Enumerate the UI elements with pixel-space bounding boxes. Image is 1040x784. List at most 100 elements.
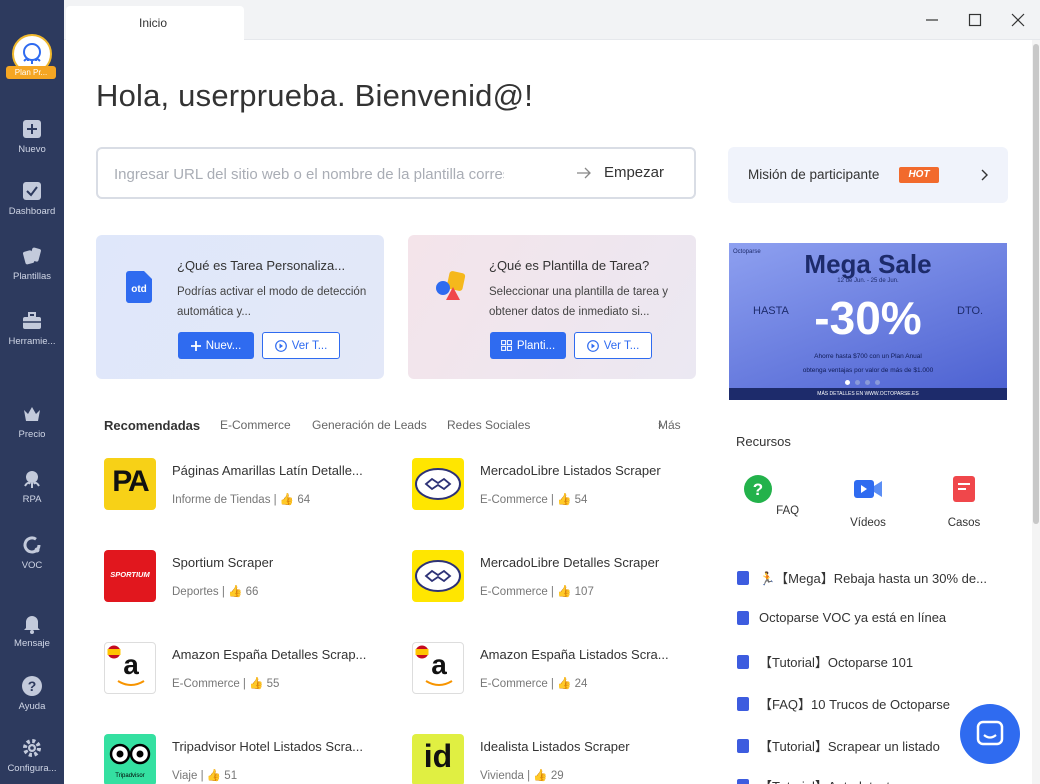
sidebar-item-dashboard[interactable]: Dashboard bbox=[0, 180, 64, 217]
play-circle-icon bbox=[586, 339, 599, 352]
template-likes: 54 bbox=[574, 494, 588, 506]
resource-casos[interactable]: Casos bbox=[934, 474, 994, 529]
template-name: Amazon España Detalles Scrap... bbox=[172, 647, 367, 662]
view-tutorial-button[interactable]: Ver T... bbox=[262, 332, 340, 359]
template-name: MercadoLibre Detalles Scraper bbox=[480, 555, 660, 570]
sidebar-item-nuevo[interactable]: Nuevo bbox=[0, 118, 64, 155]
mission-banner[interactable]: Misión de participante HOT bbox=[728, 147, 1008, 203]
template-item[interactable]: MercadoLibre Detalles Scraper E-Commerce… bbox=[412, 550, 702, 620]
news-item[interactable]: 【Tutorial】Octoparse 101 bbox=[737, 652, 913, 671]
sidebar-item-precio[interactable]: Precio bbox=[0, 403, 64, 440]
template-item[interactable]: PA Páginas Amarillas Latín Detalle... In… bbox=[104, 458, 394, 528]
plus-square-icon bbox=[23, 120, 41, 138]
template-likes: 51 bbox=[224, 770, 238, 782]
title-bar: Inicio bbox=[64, 0, 1040, 40]
url-search-input[interactable] bbox=[114, 163, 504, 185]
category-tabs: Recomendadas E-Commerce Generación de Le… bbox=[104, 418, 690, 438]
thumbs-up-icon: 👍 bbox=[206, 770, 222, 782]
carousel-dot[interactable] bbox=[875, 380, 880, 385]
idealista-logo: id bbox=[412, 734, 464, 784]
smile-arrow-icon bbox=[425, 680, 453, 686]
mission-label: Misión de participante bbox=[748, 167, 880, 182]
new-task-button[interactable]: Nuev... bbox=[178, 332, 254, 359]
sidebar-item-voc[interactable]: VOC bbox=[0, 534, 64, 571]
chat-support-button[interactable] bbox=[960, 704, 1020, 764]
templates-button[interactable]: Planti... bbox=[490, 332, 566, 359]
close-icon bbox=[1011, 13, 1025, 27]
banner-dates: 12 de Jun. - 25 de Jun. bbox=[837, 278, 899, 284]
mega-sale-banner[interactable]: Octoparse Mega Sale 12 de Jun. - 25 de J… bbox=[729, 243, 1007, 400]
octopus-logo-icon bbox=[23, 43, 41, 64]
resource-faq[interactable]: ? FAQ bbox=[741, 474, 801, 517]
scrollbar-thumb[interactable] bbox=[1033, 44, 1039, 524]
template-name: Páginas Amarillas Latín Detalle... bbox=[172, 463, 363, 478]
tab-generacion-leads[interactable]: Generación de Leads bbox=[312, 418, 427, 432]
news-item[interactable]: 【Tutorial】Scrapear un listado bbox=[737, 736, 940, 755]
sidebar-item-herramientas[interactable]: Herramie... bbox=[0, 310, 64, 347]
thumbs-up-icon: 👍 bbox=[533, 770, 548, 782]
tab-ecommerce[interactable]: E-Commerce bbox=[220, 418, 291, 432]
chevron-right-icon bbox=[981, 169, 988, 181]
view-tutorial-label: Ver T... bbox=[291, 339, 328, 352]
tab-inicio[interactable]: Inicio bbox=[66, 6, 244, 40]
news-item[interactable]: 🏃【Mega】Rebaja hasta un 30% de... bbox=[737, 568, 987, 587]
carousel-dot[interactable] bbox=[855, 380, 860, 385]
tab-recomendadas[interactable]: Recomendadas bbox=[104, 418, 200, 433]
template-likes: 107 bbox=[574, 586, 594, 598]
logo-text: PA bbox=[112, 465, 149, 498]
custom-task-card: otd ¿Qué es Tarea Personaliza... Podrías… bbox=[96, 235, 384, 379]
sidebar-item-plantillas[interactable]: Plantillas bbox=[0, 245, 64, 282]
start-button[interactable]: Empezar bbox=[576, 164, 664, 181]
close-button[interactable] bbox=[1008, 10, 1028, 30]
card-title: ¿Qué es Tarea Personaliza... bbox=[177, 258, 346, 273]
carousel-dot[interactable] bbox=[865, 380, 870, 385]
minimize-button[interactable] bbox=[922, 10, 942, 30]
template-likes: 66 bbox=[245, 586, 259, 598]
sidebar-item-label: Ayuda bbox=[18, 701, 46, 712]
logo-text: id bbox=[423, 738, 453, 774]
template-item[interactable]: a Amazon España Detalles Scrap... E-Comm… bbox=[104, 642, 394, 712]
plan-badge[interactable]: Plan Pr... bbox=[6, 66, 56, 79]
template-category: Vivienda bbox=[480, 770, 524, 782]
voc-icon bbox=[23, 536, 41, 554]
more-link[interactable]: Más › bbox=[658, 418, 681, 432]
maximize-button[interactable] bbox=[965, 10, 985, 30]
document-icon bbox=[737, 778, 749, 784]
sidebar-item-rpa[interactable]: RPA bbox=[0, 468, 64, 505]
sidebar-item-label: Nuevo bbox=[18, 144, 46, 155]
document-icon bbox=[737, 738, 749, 753]
resource-label: FAQ bbox=[776, 505, 800, 517]
news-title: 【Tutorial】Octoparse 101 bbox=[759, 655, 914, 670]
resources-title: Recursos bbox=[736, 434, 791, 449]
tab-redes-sociales[interactable]: Redes Sociales bbox=[447, 418, 530, 432]
template-category: E-Commerce bbox=[480, 494, 548, 506]
sidebar-item-configuracion[interactable]: Configura... bbox=[0, 737, 64, 774]
template-item[interactable]: MercadoLibre Listados Scraper E-Commerce… bbox=[412, 458, 702, 528]
vertical-scrollbar[interactable] bbox=[1032, 40, 1040, 784]
template-meta: E-Commerce | 👍 54 bbox=[480, 494, 588, 506]
sidebar-item-mensaje[interactable]: Mensaje bbox=[0, 612, 64, 649]
resource-videos[interactable]: Vídeos bbox=[838, 474, 898, 529]
url-search-box: Empezar bbox=[96, 147, 696, 199]
template-item[interactable]: SPORTIUM Sportium Scraper Deportes | 👍 6… bbox=[104, 550, 394, 620]
gear-icon bbox=[23, 739, 41, 757]
news-item[interactable]: 【Tutorial】Autodetectar... bbox=[737, 776, 912, 784]
template-item[interactable]: id Idealista Listados Scraper Vivienda |… bbox=[412, 734, 702, 784]
template-likes: 24 bbox=[574, 678, 588, 690]
thumbs-up-icon: 👍 bbox=[249, 678, 264, 690]
template-item[interactable]: Tripadvisor Tripadvisor Hotel Listados S… bbox=[104, 734, 394, 784]
view-tutorial-button[interactable]: Ver T... bbox=[574, 332, 652, 359]
news-item[interactable]: Octoparse VOC ya está en línea bbox=[737, 610, 946, 625]
template-name: Tripadvisor Hotel Listados Scra... bbox=[172, 739, 363, 754]
news-item[interactable]: 【FAQ】10 Trucos de Octoparse bbox=[737, 694, 950, 713]
banner-discount: -30% bbox=[814, 292, 922, 344]
template-meta: E-Commerce | 👍 24 bbox=[480, 678, 588, 690]
carousel-dot-active[interactable] bbox=[845, 380, 850, 385]
sidebar-item-ayuda[interactable]: ? Ayuda bbox=[0, 675, 64, 712]
document-icon bbox=[737, 610, 749, 625]
news-title: Octoparse VOC ya está en línea bbox=[759, 610, 947, 625]
banner-line1: Ahorre hasta $700 con un Plan Anual bbox=[814, 353, 922, 360]
sidebar-item-label: RPA bbox=[22, 494, 42, 505]
template-item[interactable]: a Amazon España Listados Scra... E-Comme… bbox=[412, 642, 702, 712]
document-icon bbox=[737, 696, 749, 711]
